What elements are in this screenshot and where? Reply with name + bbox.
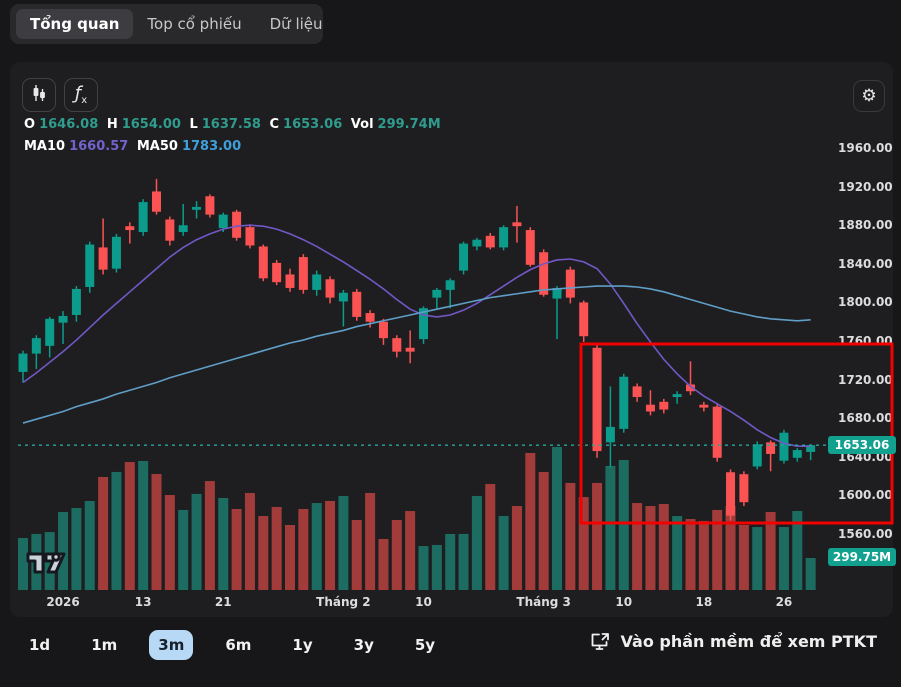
time-tick-label: Tháng 2 (316, 595, 371, 609)
current-volume-badge: 299.75M (828, 548, 896, 566)
price-tick-label: 1720.00 (838, 373, 900, 387)
chart-type-button[interactable] (22, 78, 56, 112)
time-tick-label: 2026 (46, 595, 79, 609)
price-tick-label: 1560.00 (838, 527, 900, 541)
range-bar: 1d 1m 3m 6m 1y 3y 5y (20, 627, 444, 663)
tab-bar: Tổng quan Top cổ phiếu Dữ liệu (10, 4, 323, 44)
chart-card: ƒx ⚙ O1646.08 H1654.00 L1637.58 C1653.06… (10, 62, 893, 617)
current-price-badge: 1653.06 (828, 436, 896, 454)
time-tick-label: 10 (615, 595, 632, 609)
range-6m-button[interactable]: 6m (216, 630, 260, 660)
time-tick-label: 21 (215, 595, 232, 609)
candlestick-icon (30, 84, 48, 106)
range-1y-button[interactable]: 1y (283, 630, 321, 660)
price-tick-label: 1800.00 (838, 295, 900, 309)
price-tick-label: 1600.00 (838, 488, 900, 502)
range-3m-button[interactable]: 3m (149, 630, 193, 660)
fx-icon: ƒx (75, 83, 87, 106)
price-tick-label: 1760.00 (838, 334, 900, 348)
price-tick-label: 1680.00 (838, 411, 900, 425)
time-tick-label: 18 (695, 595, 712, 609)
price-tick-label: 1880.00 (838, 218, 900, 232)
open-ptkt-link[interactable]: Vào phần mềm để xem PTKT (590, 632, 877, 651)
tab-du-lieu[interactable]: Dữ liệu (256, 9, 337, 39)
gear-icon: ⚙ (861, 86, 876, 106)
range-5y-button[interactable]: 5y (406, 630, 444, 660)
chart-canvas[interactable] (18, 122, 830, 592)
price-tick-label: 1920.00 (838, 180, 900, 194)
time-tick-label: 26 (776, 595, 793, 609)
range-3y-button[interactable]: 3y (345, 630, 383, 660)
app-page: Tổng quan Top cổ phiếu Dữ liệu ƒx ⚙ O164… (0, 0, 901, 687)
range-1m-button[interactable]: 1m (82, 630, 126, 660)
price-tick-label: 1840.00 (838, 257, 900, 271)
indicators-button[interactable]: ƒx (64, 78, 98, 112)
tab-top-co-phieu[interactable]: Top cổ phiếu (133, 9, 255, 39)
range-1d-button[interactable]: 1d (20, 630, 59, 660)
open-ptkt-label: Vào phần mềm để xem PTKT (621, 632, 877, 651)
time-tick-label: 10 (415, 595, 432, 609)
time-tick-label: 13 (135, 595, 152, 609)
price-tick-label: 1960.00 (838, 141, 900, 155)
time-tick-label: Tháng 3 (516, 595, 571, 609)
tab-tong-quan[interactable]: Tổng quan (16, 9, 133, 39)
external-screen-icon (590, 632, 611, 651)
settings-button[interactable]: ⚙ (853, 80, 885, 112)
